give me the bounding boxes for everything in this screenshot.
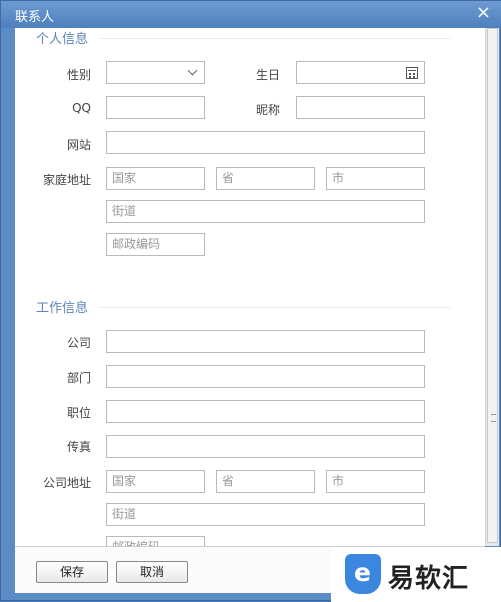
work-street-field[interactable]: 街道 — [106, 503, 425, 526]
title-bar[interactable]: 联系人 × — [1, 1, 501, 28]
work-province-field[interactable]: 省 — [216, 470, 315, 493]
fax-field[interactable] — [106, 435, 425, 458]
home-street-field[interactable]: 街道 — [106, 200, 425, 223]
vertical-scrollbar[interactable] — [485, 28, 499, 546]
contact-dialog: 联系人 × 个人信息 性别 生日 QQ 昵称 网站 家庭地址 国家 省 市 街道… — [0, 0, 501, 602]
birthday-field[interactable] — [296, 61, 425, 84]
department-label: 部门 — [66, 371, 91, 385]
home-address-label: 家庭地址 — [42, 173, 91, 187]
work-section-title: 工作信息 — [36, 301, 89, 316]
qq-field[interactable] — [106, 96, 205, 119]
window-title: 联系人 — [15, 10, 55, 25]
position-label: 职位 — [66, 406, 91, 420]
nickname-label: 昵称 — [255, 103, 280, 117]
gender-select[interactable] — [106, 61, 205, 84]
qq-label: QQ — [72, 101, 91, 115]
close-icon[interactable]: × — [476, 3, 491, 23]
work-country-field[interactable]: 国家 — [106, 470, 205, 493]
gender-label: 性别 — [66, 68, 91, 82]
watermark-text: 易软汇 — [388, 564, 470, 594]
contact-form: 个人信息 性别 生日 QQ 昵称 网站 家庭地址 国家 省 市 街道 邮政编码 … — [15, 28, 485, 546]
save-button[interactable]: 保存 — [36, 561, 108, 583]
personal-section-divider — [99, 38, 451, 39]
work-postal-field[interactable]: 邮政编码 — [106, 536, 205, 546]
position-field[interactable] — [106, 400, 425, 423]
scrollbar-thumb[interactable] — [487, 28, 498, 543]
work-city-field[interactable]: 市 — [326, 470, 425, 493]
home-postal-field[interactable]: 邮政编码 — [106, 233, 205, 256]
home-city-field[interactable]: 市 — [326, 167, 425, 190]
work-address-label: 公司地址 — [42, 476, 91, 490]
home-country-field[interactable]: 国家 — [106, 167, 205, 190]
cancel-button[interactable]: 取消 — [116, 561, 188, 583]
home-province-field[interactable]: 省 — [216, 167, 315, 190]
company-label: 公司 — [66, 336, 91, 350]
work-section-divider — [99, 307, 451, 308]
department-field[interactable] — [106, 365, 425, 388]
shield-e-icon — [345, 554, 381, 594]
grip-icon — [491, 414, 496, 422]
nickname-field[interactable] — [296, 96, 425, 119]
chevron-down-icon — [187, 65, 198, 76]
calendar-icon[interactable] — [406, 67, 418, 79]
website-label: 网站 — [66, 138, 91, 152]
watermark-logo: 易软汇 — [331, 547, 501, 602]
company-field[interactable] — [106, 330, 425, 353]
birthday-label: 生日 — [255, 68, 280, 82]
personal-section-title: 个人信息 — [36, 32, 89, 47]
website-field[interactable] — [106, 131, 425, 154]
fax-label: 传真 — [66, 440, 91, 454]
